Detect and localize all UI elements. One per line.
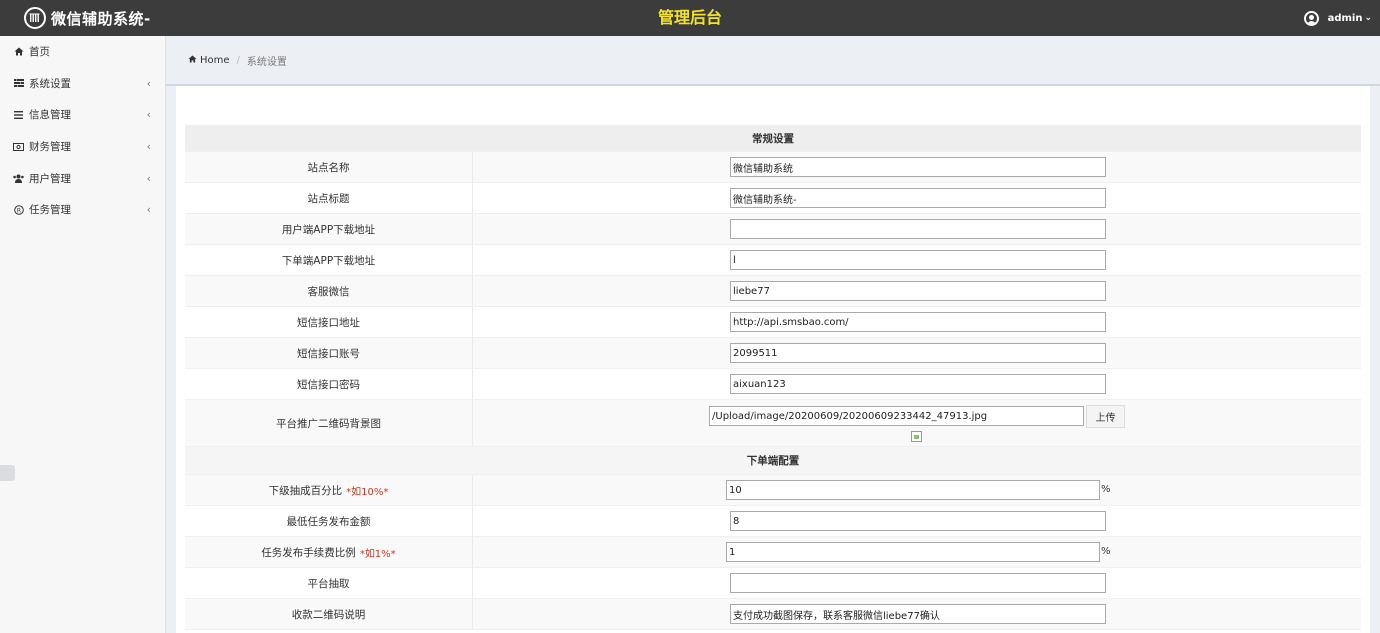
section-header-order-config: 下单端配置 <box>185 447 1361 475</box>
list-icon <box>13 110 24 119</box>
table-row: 下单端APP下载地址 <box>185 245 1361 276</box>
image-preview-icon <box>911 431 922 442</box>
sidebar-item-info-management[interactable]: 信息管理 ‹ <box>0 99 165 131</box>
user-app-download-input[interactable] <box>730 219 1106 239</box>
user-name: admin <box>1327 12 1363 24</box>
table-row: 站点标题 <box>185 183 1361 214</box>
brand-name: 微信辅助系统- <box>51 9 151 28</box>
field-label: 短信接口账号 <box>185 338 473 368</box>
sidebar-item-finance-management[interactable]: 财务管理 ‹ <box>0 131 165 163</box>
table-row: 客服微信 <box>185 276 1361 307</box>
service-wechat-input[interactable] <box>730 281 1106 301</box>
sidebar-item-label: 首页 <box>29 46 50 59</box>
sidebar: 首页 系统设置 ‹ 信息管理 ‹ 财务管理 ‹ 用户管理 ‹ R 任务管理 ‹ <box>0 36 166 633</box>
min-task-amount-input[interactable] <box>730 511 1106 531</box>
field-label: 平台推广二维码背景图 <box>185 400 473 446</box>
table-row: 平台推广二维码背景图 上传 <box>185 400 1361 447</box>
table-row: 平台抽取 <box>185 568 1361 599</box>
sms-account-input[interactable] <box>730 343 1106 363</box>
field-label: 客服微信 <box>185 276 473 306</box>
sidebar-item-task-management[interactable]: R 任务管理 ‹ <box>0 194 165 226</box>
chevron-left-icon: ‹ <box>146 76 151 90</box>
settings-list-icon <box>13 79 24 88</box>
sidebar-item-label: 系统设置 <box>29 77 71 90</box>
field-label-text: 下级抽成百分比 <box>268 484 343 497</box>
task-fee-ratio-input[interactable] <box>726 542 1100 562</box>
breadcrumb: Home / 系统设置 <box>166 36 1380 86</box>
registered-icon: R <box>13 204 24 215</box>
section-title: 下单端配置 <box>746 455 800 467</box>
user-circle-icon <box>1303 10 1319 26</box>
field-label: 短信接口密码 <box>185 369 473 399</box>
user-menu[interactable]: admin ⌄ <box>1303 0 1372 36</box>
sidebar-item-label: 用户管理 <box>29 172 71 185</box>
users-icon <box>13 174 24 183</box>
settings-panel: 常规设置 站点名称 站点标题 用户端APP下载地址 下单端APP下载地址 客服微… <box>176 86 1370 633</box>
table-row: 最低任务发布金额 <box>185 506 1361 537</box>
table-row: 收款二维码说明 <box>185 599 1361 630</box>
site-name-input[interactable] <box>730 157 1106 177</box>
chevron-left-icon: ‹ <box>146 140 151 154</box>
breadcrumb-separator: / <box>236 54 240 66</box>
sidebar-collapse-handle[interactable] <box>0 465 15 481</box>
field-label: 最低任务发布金额 <box>185 506 473 536</box>
brand-logo-icon <box>24 7 46 29</box>
table-row: 短信接口地址 <box>185 307 1361 338</box>
field-label: 站点名称 <box>185 152 473 182</box>
section-title: 常规设置 <box>752 132 794 145</box>
table-row: 短信接口密码 <box>185 369 1361 400</box>
breadcrumb-home[interactable]: Home <box>188 55 230 66</box>
field-label-text: 任务发布手续费比例 <box>261 546 356 559</box>
field-label: 下级抽成百分比 *如10%* <box>185 475 473 505</box>
site-title-input[interactable] <box>730 188 1106 208</box>
sidebar-item-system-settings[interactable]: 系统设置 ‹ <box>0 68 165 100</box>
table-row: 站点名称 <box>185 152 1361 183</box>
upload-button[interactable]: 上传 <box>1086 405 1125 428</box>
chevron-left-icon: ‹ <box>146 171 151 185</box>
field-label: 平台抽取 <box>185 568 473 598</box>
home-icon <box>188 54 197 66</box>
field-label: 任务发布手续费比例 *如1%* <box>185 537 473 567</box>
commission-percent-input[interactable] <box>726 480 1100 500</box>
percent-suffix: % <box>1101 484 1111 495</box>
field-hint: *如10%* <box>346 486 389 498</box>
table-row: 下级抽成百分比 *如10%* % <box>185 475 1361 506</box>
breadcrumb-current: 系统设置 <box>246 56 287 68</box>
field-label: 用户端APP下载地址 <box>185 214 473 244</box>
money-icon <box>13 142 24 151</box>
order-app-download-input[interactable] <box>730 250 1106 270</box>
section-header-general: 常规设置 <box>185 125 1361 152</box>
sidebar-item-label: 任务管理 <box>29 204 71 217</box>
sidebar-item-user-management[interactable]: 用户管理 ‹ <box>0 162 165 194</box>
chevron-down-icon: ⌄ <box>1364 13 1372 23</box>
field-label: 短信接口地址 <box>185 307 473 337</box>
sms-password-input[interactable] <box>730 374 1106 394</box>
chevron-left-icon: ‹ <box>146 108 151 122</box>
field-label: 站点标题 <box>185 183 473 213</box>
field-label: 收款二维码说明 <box>185 599 473 629</box>
qr-background-path-input[interactable] <box>709 406 1084 426</box>
menu-toggle-icon[interactable] <box>174 9 188 27</box>
table-row: 任务发布手续费比例 *如1%* % <box>185 537 1361 568</box>
top-navbar: 微信辅助系统- 管理后台 admin ⌄ <box>0 0 1380 36</box>
percent-suffix: % <box>1101 546 1111 557</box>
app-title: 管理后台 <box>657 8 722 27</box>
sidebar-item-home[interactable]: 首页 <box>0 36 165 68</box>
home-icon <box>13 47 24 56</box>
chevron-left-icon: ‹ <box>146 203 151 217</box>
table-row: 短信接口账号 <box>185 338 1361 369</box>
platform-cut-input[interactable] <box>730 573 1106 593</box>
qr-note-input[interactable] <box>730 604 1106 624</box>
field-label: 下单端APP下载地址 <box>185 245 473 275</box>
table-row: 用户端APP下载地址 <box>185 214 1361 245</box>
breadcrumb-home-label: Home <box>200 54 230 66</box>
settings-table: 常规设置 站点名称 站点标题 用户端APP下载地址 下单端APP下载地址 客服微… <box>185 125 1361 630</box>
brand[interactable]: 微信辅助系统- <box>0 0 166 36</box>
sms-api-url-input[interactable] <box>730 312 1106 332</box>
field-hint: *如1%* <box>359 548 396 560</box>
sidebar-item-label: 财务管理 <box>29 141 71 154</box>
sidebar-item-label: 信息管理 <box>29 109 71 122</box>
svg-text:R: R <box>16 207 20 214</box>
